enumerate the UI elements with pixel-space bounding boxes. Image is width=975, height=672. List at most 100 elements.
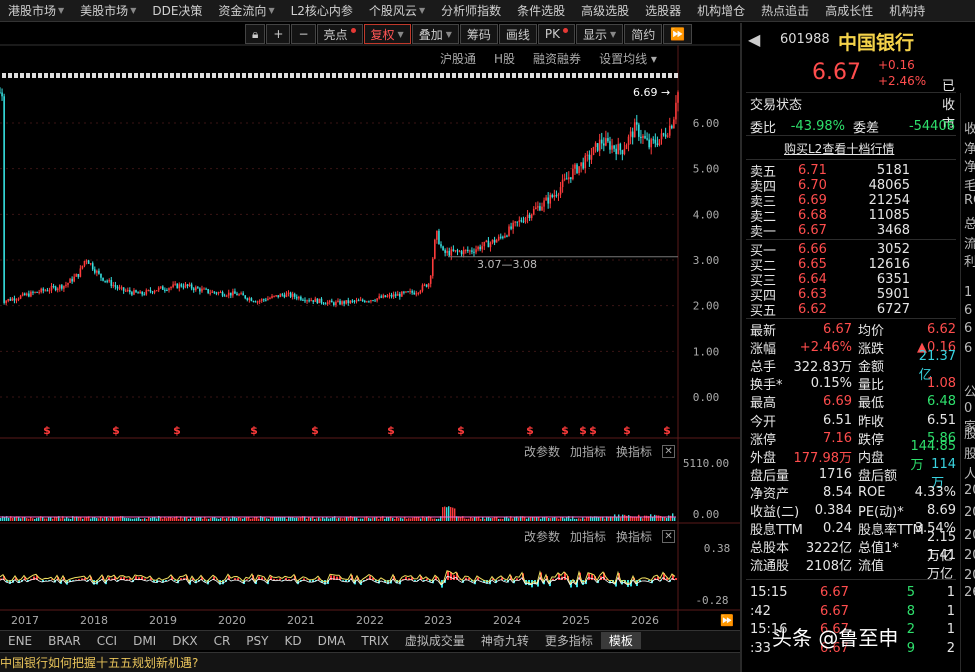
- menu-item-label: 机构持: [889, 4, 926, 18]
- indicator-tab[interactable]: TRIX: [353, 634, 396, 648]
- indicator-tab[interactable]: CCI: [89, 634, 125, 648]
- candle-body: [139, 291, 141, 294]
- candle-body: [287, 292, 290, 294]
- subbar-item[interactable]: 设置均线 ▾: [599, 50, 657, 68]
- indicator-tab[interactable]: PSY: [238, 634, 276, 648]
- pk-button[interactable]: PK: [537, 24, 576, 44]
- draw-line-button[interactable]: 画线: [498, 24, 537, 44]
- restore-rights-dropdown[interactable]: 复权 ▼: [363, 24, 411, 44]
- candle-body: [44, 290, 47, 292]
- edit-params-button[interactable]: 改参数: [524, 528, 560, 545]
- back-arrow-icon[interactable]: ◀: [748, 30, 760, 49]
- add-indicator-button[interactable]: 加指标: [570, 528, 606, 545]
- candle-body: [333, 302, 335, 306]
- subbar-item[interactable]: 融资融券: [533, 50, 581, 68]
- indicator-tab[interactable]: DKX: [164, 634, 205, 648]
- close-icon[interactable]: ✕: [662, 530, 676, 543]
- candle-body: [137, 292, 139, 294]
- more-button[interactable]: ⏩: [663, 24, 693, 44]
- dividend-marker[interactable]: $: [387, 424, 395, 437]
- dividend-marker[interactable]: $: [43, 424, 51, 437]
- subbar-item[interactable]: 沪股通: [440, 50, 476, 68]
- ma-legend-mark: [296, 73, 300, 78]
- switch-indicator-button[interactable]: 换指标: [616, 528, 652, 545]
- indicator-tab[interactable]: BRAR: [40, 634, 89, 648]
- candle-body: [155, 290, 158, 292]
- volume-bar: [620, 517, 622, 521]
- stat-label: 金额: [858, 360, 885, 376]
- volume-bar: [4, 517, 6, 521]
- ma-legend-mark: [356, 73, 360, 78]
- chips-button[interactable]: 筹码: [459, 24, 498, 44]
- candle-body: [291, 293, 294, 297]
- lock-button[interactable]: 🔒︎: [245, 24, 266, 44]
- indicator-tab[interactable]: 更多指标: [537, 632, 601, 649]
- quote-row: 卖二 6.68 11085: [750, 208, 955, 225]
- display-dropdown[interactable]: 显示 ▼: [576, 24, 624, 44]
- menu-item[interactable]: 高成长性: [817, 2, 881, 19]
- dividend-marker[interactable]: $: [112, 424, 120, 437]
- ma-legend-mark: [80, 73, 84, 78]
- ma-legend-mark: [278, 73, 282, 78]
- vol-tick-label: 5110.00: [683, 457, 729, 470]
- ma-legend-mark: [272, 73, 276, 78]
- simple-mode-button[interactable]: 简约: [624, 24, 663, 44]
- candle-body: [87, 260, 90, 264]
- dividend-marker[interactable]: $: [457, 424, 465, 437]
- indicator-tab[interactable]: DMA: [310, 634, 354, 648]
- candle-body: [376, 298, 378, 301]
- ma-legend-mark: [236, 73, 240, 78]
- subbar-item[interactable]: H股: [494, 50, 515, 68]
- ma-legend-mark: [206, 73, 210, 78]
- indicator-tab[interactable]: 神奇九转: [473, 632, 537, 649]
- candle-body: [343, 301, 345, 304]
- volume-bar: [512, 518, 514, 521]
- dividend-marker[interactable]: $: [311, 424, 319, 437]
- menu-item[interactable]: 机构持: [881, 2, 933, 19]
- close-icon[interactable]: ✕: [662, 445, 676, 458]
- zoom-in-button[interactable]: +: [266, 24, 291, 44]
- volume-bar: [480, 518, 482, 521]
- candle-body: [512, 222, 514, 229]
- kline-chart[interactable]: 6.00 5.00 4.00 3.00 2.00 1.00 0.00 3.07—3.08 6.6…: [0, 0, 740, 672]
- ma-legend-mark: [104, 73, 108, 78]
- indicator-bar: [279, 578, 281, 580]
- volume-panel-controls: 改参数 加指标 换指标 ✕: [524, 443, 676, 460]
- indicator-tab[interactable]: 模板: [600, 632, 641, 649]
- ma-legend-mark: [608, 73, 612, 78]
- add-indicator-button[interactable]: 加指标: [570, 443, 606, 460]
- indicator-tab[interactable]: CR: [206, 634, 239, 648]
- quote-row: 换手* 0.15% 量比 1.08: [750, 376, 956, 393]
- candle-body: [440, 244, 442, 247]
- dividend-marker[interactable]: $: [173, 424, 181, 437]
- dividend-marker[interactable]: $: [623, 424, 631, 437]
- dividend-marker[interactable]: $: [561, 424, 569, 437]
- candle-body: [3, 96, 5, 303]
- indicator-tab[interactable]: ENE: [0, 634, 40, 648]
- dividend-marker[interactable]: $: [526, 424, 534, 437]
- highlight-button[interactable]: 亮点: [316, 24, 363, 44]
- clipped-label: 股: [964, 427, 975, 442]
- dividend-marker[interactable]: $: [250, 424, 258, 437]
- l2-upgrade-link[interactable]: 购买L2查看十档行情: [784, 140, 894, 157]
- candle-body: [491, 239, 494, 243]
- volume-bar: [48, 517, 50, 521]
- zoom-out-button[interactable]: −: [291, 24, 316, 44]
- edit-params-button[interactable]: 改参数: [524, 443, 560, 460]
- volume-bar: [128, 518, 130, 521]
- menu-item[interactable]: 热点追击: [753, 2, 817, 19]
- switch-indicator-button[interactable]: 换指标: [616, 443, 652, 460]
- news-ticker[interactable]: 中国银行如何把握十五五规划新机遇?: [0, 652, 740, 672]
- dividend-marker[interactable]: $: [579, 424, 587, 437]
- volume-bar: [360, 518, 362, 521]
- dividend-marker[interactable]: $: [589, 424, 597, 437]
- volume-bar: [562, 517, 564, 521]
- indicator-tab[interactable]: DMI: [125, 634, 164, 648]
- indicator-tab[interactable]: KD: [276, 634, 309, 648]
- dividend-marker[interactable]: $: [663, 424, 671, 437]
- stat-label: 涨跌: [858, 342, 885, 358]
- scroll-right-icon[interactable]: ⏩: [720, 614, 734, 627]
- kline-chart-area[interactable]: 6.00 5.00 4.00 3.00 2.00 1.00 0.00 3.07—3.08 6.6…: [0, 0, 740, 672]
- overlay-dropdown[interactable]: 叠加 ▼: [411, 24, 459, 44]
- indicator-tab[interactable]: 虚拟成交量: [397, 632, 473, 649]
